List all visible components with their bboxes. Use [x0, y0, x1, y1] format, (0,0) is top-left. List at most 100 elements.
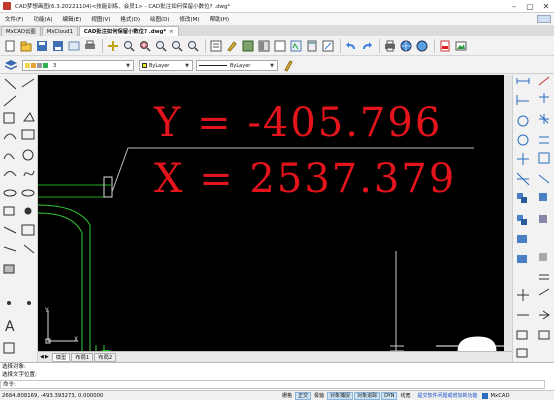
web-icon[interactable] — [415, 39, 429, 53]
doc-tab-current-drawing[interactable]: CAD批注如何保留小数位? .dwg* × — [78, 26, 179, 36]
properties-icon[interactable] — [209, 39, 223, 53]
feedback-link[interactable]: 提交软件问题或增加新功能 — [417, 392, 477, 399]
paintbrush-icon[interactable] — [281, 58, 295, 72]
menu-function[interactable]: 功能(A) — [28, 15, 57, 23]
zoom-window-icon[interactable] — [138, 39, 152, 53]
toolbar-separator — [102, 38, 103, 53]
toggle-ortho[interactable]: 正交 — [295, 391, 312, 400]
vertical-scrollbar[interactable] — [504, 75, 512, 351]
linetype-combo[interactable]: ByLayer ▼ — [196, 60, 278, 71]
menu-restore-icon[interactable] — [537, 15, 551, 23]
draw-toolbar: A — [0, 75, 38, 362]
linetype-preview — [199, 65, 227, 66]
minimize-button[interactable]: – — [506, 0, 522, 13]
doc-tab-label: MxCAD云图 — [6, 29, 36, 35]
status-bar: 2684.808169, -493.393273, 0.000000 栅格 正交… — [0, 390, 554, 400]
pdf-export-icon[interactable] — [438, 39, 452, 53]
cursor-coordinates: 2684.808169, -493.393273, 0.000000 — [2, 392, 104, 399]
match-properties-icon[interactable] — [225, 39, 239, 53]
draw-tools-icons: A — [3, 78, 35, 354]
command-history-line: 选择对象: — [2, 364, 26, 370]
toggle-otrack[interactable]: 对象追踪 — [354, 391, 381, 400]
linetype-value: ByLayer — [230, 62, 251, 69]
annotation-x-text[interactable]: X = 2537.379 — [154, 159, 456, 199]
modify-tools-icons — [516, 76, 550, 358]
tool-palette-icon[interactable] — [289, 39, 303, 53]
new-file-icon[interactable] — [3, 39, 17, 53]
toolbar-separator — [205, 38, 206, 53]
annotation-y-text[interactable]: Y = -405.796 — [154, 103, 442, 143]
ucs-y-label: Y — [45, 307, 49, 314]
image-export-icon[interactable] — [454, 39, 468, 53]
layer-manager-icon[interactable] — [241, 39, 255, 53]
toggle-grid[interactable]: 栅格 — [280, 392, 294, 400]
toolbar-separator — [379, 38, 380, 53]
doc-tab-cloud[interactable]: MxCAD云图 — [1, 26, 41, 36]
toggle-dyn[interactable]: DYN — [381, 391, 398, 400]
print-icon[interactable] — [83, 39, 97, 53]
calculator-icon[interactable] — [305, 39, 319, 53]
document-tabs: MxCAD云图 MxCloud1 CAD批注如何保留小数位? .dwg* × — [0, 25, 554, 36]
color-combo[interactable]: ByLayer ▼ — [139, 60, 193, 71]
menu-file[interactable]: 文件(F) — [0, 15, 28, 23]
save-as-icon[interactable] — [51, 39, 65, 53]
tab-layout1[interactable]: 布局1 — [71, 352, 94, 362]
design-center-icon[interactable] — [257, 39, 271, 53]
pan-icon[interactable] — [106, 39, 120, 53]
block-icon[interactable] — [273, 39, 287, 53]
zoom-extents-icon[interactable] — [154, 39, 168, 53]
tab-scroll-left-icon[interactable]: ◀ — [40, 354, 44, 360]
svg-text:A: A — [5, 319, 15, 335]
open-file-icon[interactable] — [19, 39, 33, 53]
zoom-realtime-icon[interactable] — [122, 39, 136, 53]
chevron-down-icon: ▼ — [185, 62, 189, 69]
ucs-x-label: X — [74, 336, 79, 343]
menu-draw[interactable]: 绘图(D) — [145, 15, 175, 23]
layers-icon[interactable] — [4, 58, 18, 72]
doc-tab-mxcloud1[interactable]: MxCloud1 — [41, 26, 78, 36]
window-title: CAD梦想画图(6.3.20221104)<技能训练、会员1> - CAD批注如… — [15, 4, 231, 10]
tab-model[interactable]: 模型 — [51, 352, 71, 362]
window-controls: – ▢ ✕ — [506, 0, 554, 13]
toggle-osnap[interactable]: 对象捕捉 — [327, 391, 354, 400]
globe-icon[interactable] — [399, 39, 413, 53]
measure-icon[interactable] — [321, 39, 335, 53]
doc-tab-label: CAD批注如何保留小数位? .dwg* — [83, 29, 167, 35]
menu-modify[interactable]: 修改(M) — [175, 15, 205, 23]
brand-text: MxCAD — [490, 392, 510, 399]
zoom-all-icon[interactable] — [186, 39, 200, 53]
chevron-down-icon: ▼ — [270, 62, 274, 69]
toolbar-separator — [340, 38, 341, 53]
menu-format[interactable]: 格式(O) — [115, 15, 145, 23]
zoom-previous-icon[interactable] — [170, 39, 184, 53]
doc-tab-label: MxCloud1 — [46, 29, 73, 35]
menu-bar: 文件(F) 功能(A) 编辑(E) 视图(V) 格式(O) 绘图(D) 修改(M… — [0, 13, 554, 25]
maximize-button[interactable]: ▢ — [522, 0, 538, 13]
close-button[interactable]: ✕ — [538, 0, 554, 13]
menu-view[interactable]: 视图(V) — [86, 15, 115, 23]
tab-layout2[interactable]: 布局2 — [94, 352, 117, 362]
cloud-icon[interactable] — [67, 39, 81, 53]
layer-on-icon — [25, 63, 30, 68]
mxcad-logo-icon — [482, 392, 489, 399]
menu-edit[interactable]: 编辑(E) — [58, 15, 87, 23]
save-icon[interactable] — [35, 39, 49, 53]
toggle-lineweight[interactable]: 线宽 — [398, 392, 412, 400]
doc-tab-close-icon[interactable]: × — [169, 29, 173, 35]
command-history-line: 选择文字位置: — [2, 372, 37, 378]
drawing-canvas[interactable]: Y = -405.796 X = 2537.379 Y X — [38, 75, 512, 351]
color-swatch — [142, 63, 147, 68]
chevron-down-icon: ▼ — [126, 62, 130, 69]
toolbar-separator — [434, 38, 435, 53]
undo-icon[interactable] — [344, 39, 358, 53]
modify-toolbar — [512, 75, 554, 362]
plot-icon[interactable] — [383, 39, 397, 53]
command-prompt-label: 命令: — [3, 382, 16, 388]
tab-scroll-right-icon[interactable]: ▶ — [45, 354, 49, 360]
redo-icon[interactable] — [360, 39, 374, 53]
menu-help[interactable]: 帮助(H) — [205, 15, 234, 23]
toggle-polar[interactable]: 极轴 — [312, 392, 326, 400]
properties-toolbar: 3 ▼ ByLayer ▼ ByLayer ▼ — [0, 57, 554, 74]
layer-combo[interactable]: 3 ▼ — [22, 60, 134, 71]
command-input[interactable]: 命令: — [0, 380, 545, 389]
